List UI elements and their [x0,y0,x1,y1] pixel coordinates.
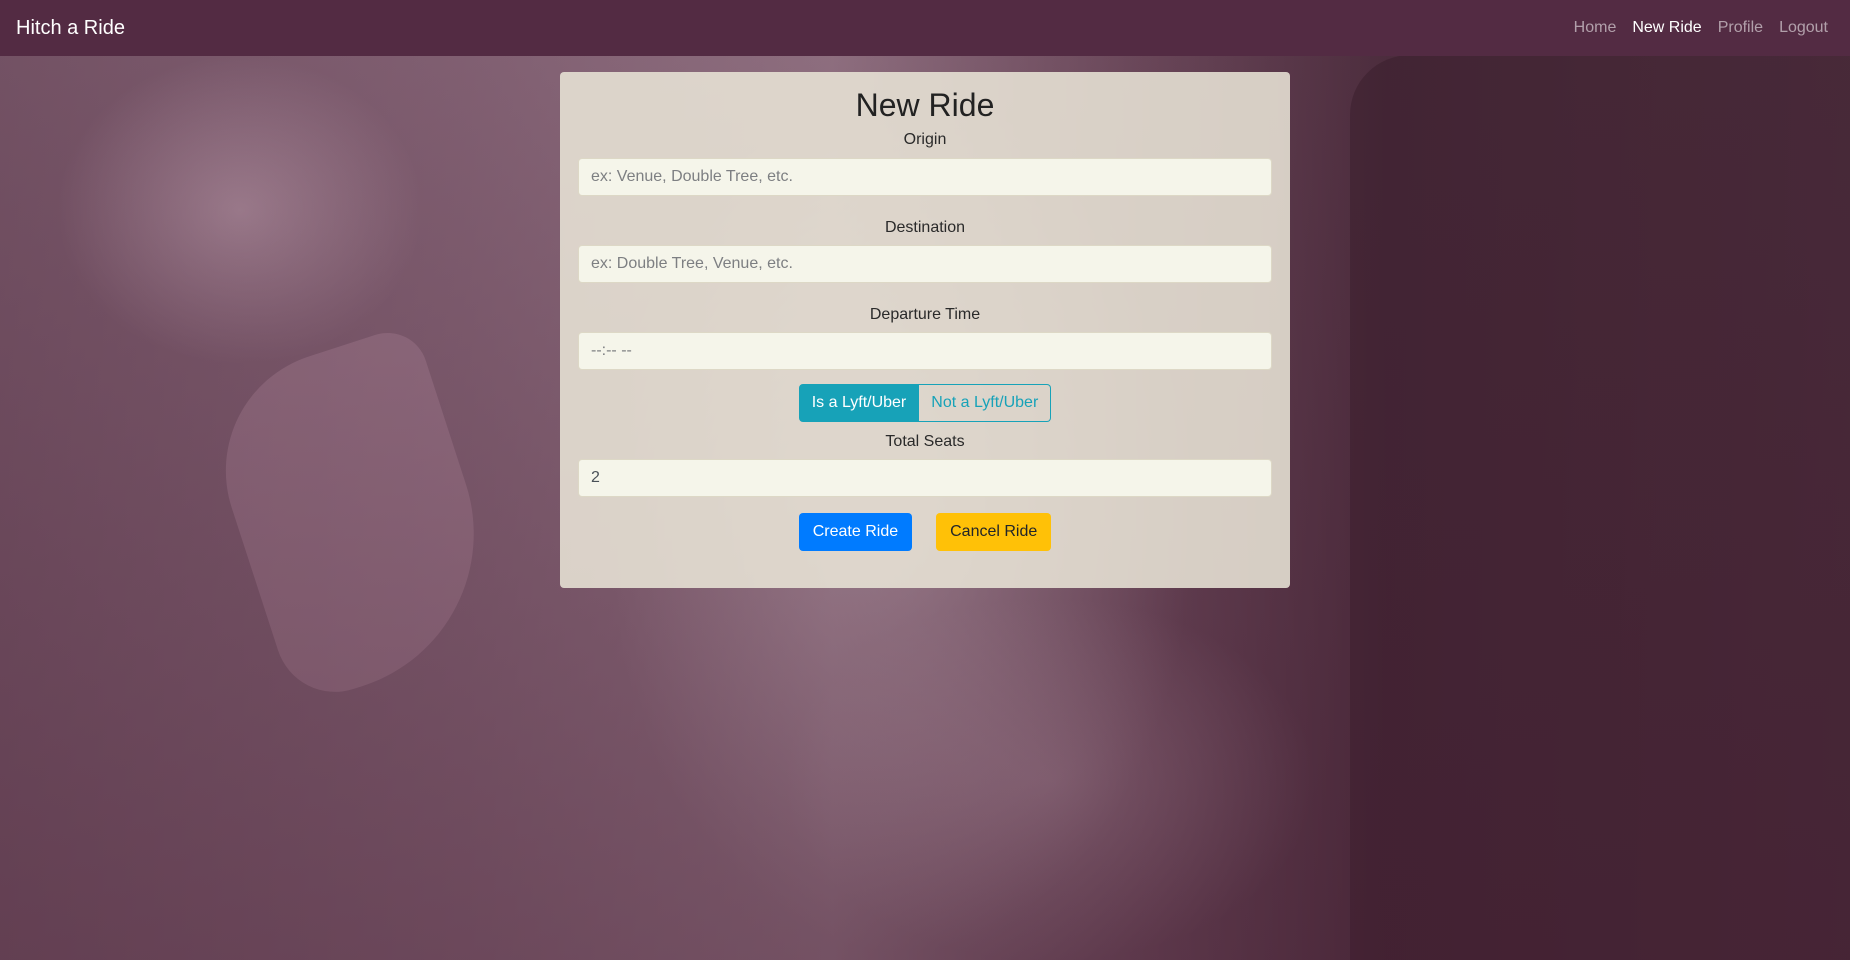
ride-type-toggle: Is a Lyft/Uber Not a Lyft/Uber [798,383,1052,422]
departure-label: Departure Time [869,305,981,323]
seats-group: Total Seats [578,432,1272,498]
background-suit-shape [1350,55,1850,960]
origin-label: Origin [903,131,947,149]
cancel-ride-button[interactable]: Cancel Ride [936,513,1052,552]
destination-input[interactable] [578,244,1272,283]
background-arm-shape [194,322,516,708]
origin-input[interactable] [578,157,1272,196]
nav-links: Home New Ride Profile Logout [1574,19,1828,37]
create-ride-button[interactable]: Create Ride [798,513,913,552]
departure-group: Departure Time [578,305,1272,370]
not-lyft-uber-button[interactable]: Not a Lyft/Uber [919,383,1052,422]
page-title: New Ride [855,87,995,123]
seats-label: Total Seats [885,432,965,450]
nav-link-new-ride[interactable]: New Ride [1632,19,1701,37]
destination-label: Destination [884,218,966,236]
new-ride-card: New Ride Origin Destination Departure Ti… [560,72,1290,588]
nav-link-home[interactable]: Home [1574,19,1617,37]
origin-group: Origin [578,130,1272,196]
top-navbar: Hitch a Ride Home New Ride Profile Logou… [0,0,1850,56]
departure-time-input[interactable] [578,331,1272,370]
brand-link[interactable]: Hitch a Ride [16,17,125,40]
nav-link-logout[interactable]: Logout [1779,19,1828,37]
destination-group: Destination [578,218,1272,283]
form-actions: Create Ride Cancel Ride [578,513,1272,552]
total-seats-input[interactable] [578,459,1272,498]
nav-link-profile[interactable]: Profile [1718,19,1763,37]
lyft-uber-button[interactable]: Is a Lyft/Uber [798,383,920,422]
